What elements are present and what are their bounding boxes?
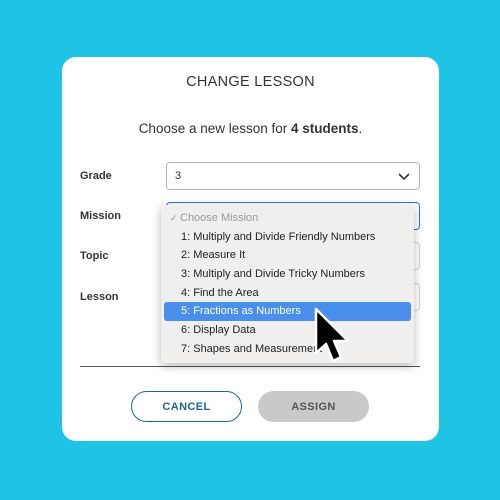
grade-select-value: 3 [175,170,182,182]
subtitle-student-count: 4 students [291,121,359,136]
check-icon: ✓ [170,213,178,223]
assign-button[interactable]: ASSIGN [258,391,369,422]
modal-title: CHANGE LESSON [186,74,315,90]
mission-label: Mission [80,210,121,222]
mission-option-5[interactable]: 5: Fractions as Numbers [164,302,411,322]
divider [80,366,420,367]
modal-subtitle: Choose a new lesson for 4 students. [62,121,439,136]
mission-option-7[interactable]: 7: Shapes and Measurement [164,340,411,359]
mission-option-placeholder[interactable]: ✓ Choose Mission [164,209,411,228]
mission-option-4[interactable]: 4: Find the Area [164,284,411,303]
grade-select[interactable]: 3 [166,162,420,190]
mission-placeholder-text: Choose Mission [180,212,259,224]
chevron-down-icon [398,173,410,181]
mission-option-6[interactable]: 6: Display Data [164,321,411,340]
mission-option-1[interactable]: 1: Multiply and Divide Friendly Numbers [164,228,411,247]
lesson-label: Lesson [80,291,119,303]
mission-dropdown-list: ✓ Choose Mission 1: Multiply and Divide F… [161,205,414,363]
mission-option-3[interactable]: 3: Multiply and Divide Tricky Numbers [164,265,411,284]
subtitle-prefix: Choose a new lesson for [138,121,292,136]
mouse-pointer-icon [314,307,350,363]
mission-option-2[interactable]: 2: Measure It [164,246,411,265]
subtitle-suffix: . [358,121,363,136]
cancel-button[interactable]: CANCEL [131,391,242,422]
grade-label: Grade [80,170,112,182]
topic-label: Topic [80,250,109,262]
